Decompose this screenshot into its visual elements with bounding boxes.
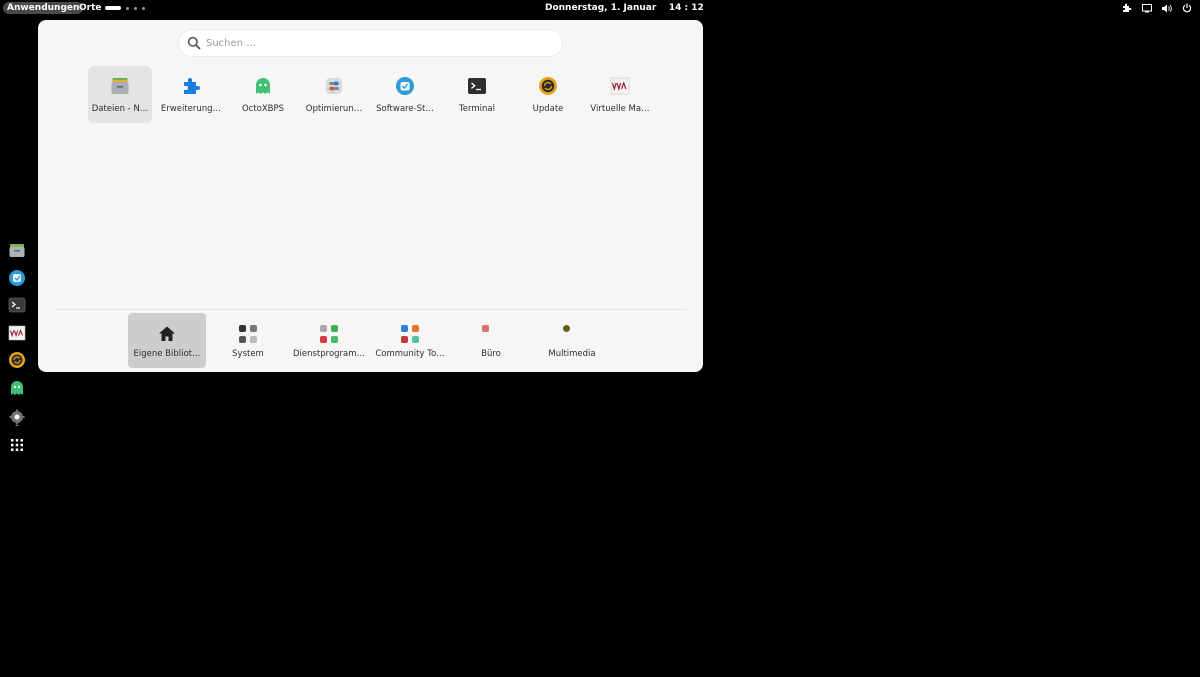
clock[interactable]: Donnerstag, 1. Januar 14 : 12 bbox=[545, 2, 704, 14]
app-grid-icon[interactable] bbox=[8, 436, 26, 454]
ghost-icon bbox=[256, 78, 270, 94]
app-label: Erweiterung… bbox=[160, 104, 222, 114]
workspace-4[interactable] bbox=[142, 6, 145, 10]
category-multimedia[interactable]: Multimedia bbox=[533, 313, 611, 368]
app-label: Software-St… bbox=[376, 104, 434, 114]
category-label: Multimedia bbox=[548, 349, 596, 359]
app-dateien[interactable]: Dateien - N… bbox=[88, 66, 152, 123]
home-icon bbox=[159, 326, 175, 341]
app-launcher-window: Dateien - N… Erweiterung… OctoXBPS Optim… bbox=[38, 20, 703, 372]
category-label: Eigene Bibliot… bbox=[133, 349, 201, 359]
category-label: Büro bbox=[481, 349, 501, 359]
category-dienstprogramme[interactable]: Dienstprogram… bbox=[290, 313, 368, 368]
category-eigene-bibliothek[interactable]: Eigene Bibliot… bbox=[128, 313, 206, 368]
top-bar: Anwendungen Orte Donnerstag, 1. Januar 1… bbox=[0, 0, 1200, 16]
activities-button[interactable]: Anwendungen bbox=[3, 2, 84, 14]
search-icon bbox=[187, 36, 201, 50]
app-erweiterungen[interactable]: Erweiterung… bbox=[159, 66, 223, 123]
app-label: Terminal bbox=[459, 104, 495, 114]
app-software-store[interactable]: Software-St… bbox=[373, 66, 437, 123]
ghost-icon[interactable] bbox=[8, 379, 26, 397]
search-bar[interactable] bbox=[179, 30, 562, 56]
screen-icon[interactable] bbox=[1141, 3, 1152, 14]
divider bbox=[54, 309, 686, 310]
volume-icon[interactable] bbox=[1161, 3, 1172, 14]
store-icon bbox=[396, 77, 414, 95]
app-update[interactable]: Update bbox=[516, 66, 580, 123]
app-label: Update bbox=[532, 104, 564, 114]
puzzle-icon bbox=[184, 78, 200, 94]
app-virtuelle-maschinen[interactable]: Virtuelle Ma… bbox=[588, 66, 652, 123]
category-label: Community To… bbox=[375, 349, 445, 359]
workspace-indicator[interactable] bbox=[105, 6, 145, 10]
app-label: Dateien - N… bbox=[91, 104, 149, 114]
app-optimierungen[interactable]: Optimierun… bbox=[302, 66, 366, 123]
workspace-3[interactable] bbox=[134, 6, 137, 10]
settings-icon[interactable] bbox=[8, 408, 26, 426]
workspace-2[interactable] bbox=[126, 6, 129, 10]
files-icon[interactable] bbox=[8, 241, 26, 259]
vm-icon[interactable] bbox=[8, 324, 26, 342]
app-label: Optimierun… bbox=[305, 104, 363, 114]
app-label: OctoXBPS bbox=[241, 104, 285, 114]
app-octoxbps[interactable]: OctoXBPS bbox=[231, 66, 295, 123]
workspace-1-active[interactable] bbox=[105, 6, 121, 10]
app-terminal[interactable]: Terminal bbox=[445, 66, 509, 123]
community-folder-icon bbox=[401, 325, 419, 343]
update-icon[interactable] bbox=[8, 351, 26, 369]
system-tray[interactable] bbox=[1121, 2, 1192, 14]
system-folder-icon bbox=[239, 325, 257, 343]
category-buero[interactable]: Büro bbox=[452, 313, 530, 368]
extension-icon[interactable] bbox=[1121, 3, 1132, 14]
search-input[interactable] bbox=[206, 30, 546, 56]
category-label: System bbox=[232, 349, 264, 359]
power-icon[interactable] bbox=[1181, 3, 1192, 14]
store-icon[interactable] bbox=[8, 269, 26, 287]
category-label: Dienstprogram… bbox=[292, 349, 366, 359]
app-label: Virtuelle Ma… bbox=[590, 104, 650, 114]
archive-icon bbox=[111, 78, 129, 94]
office-folder-icon bbox=[482, 325, 500, 343]
update-icon bbox=[539, 77, 557, 95]
multimedia-folder-icon bbox=[563, 325, 581, 343]
tweaks-icon bbox=[326, 78, 342, 94]
terminal-icon bbox=[468, 78, 486, 94]
utilities-folder-icon bbox=[320, 325, 338, 343]
places-menu[interactable]: Orte bbox=[79, 2, 102, 14]
terminal-icon[interactable] bbox=[8, 296, 26, 314]
category-community-tools[interactable]: Community To… bbox=[371, 313, 449, 368]
category-system[interactable]: System bbox=[209, 313, 287, 368]
vm-icon bbox=[610, 77, 630, 95]
